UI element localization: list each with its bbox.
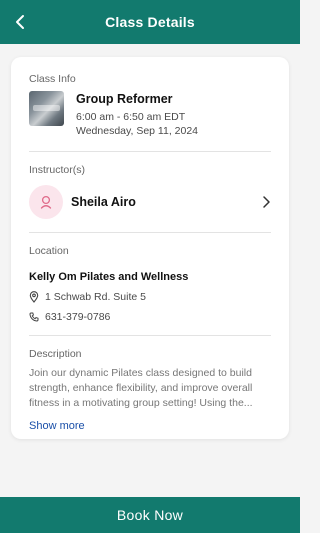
- phone-line[interactable]: 631-379-0786: [29, 311, 271, 323]
- class-info-label: Class Info: [29, 73, 76, 85]
- chevron-right-icon: [263, 196, 270, 208]
- show-more-link[interactable]: Show more: [29, 420, 85, 432]
- instructor-row[interactable]: Sheila Airo: [29, 184, 271, 220]
- instructor-label: Instructor(s): [29, 164, 86, 176]
- location-label: Location: [29, 245, 69, 257]
- description-section: Description Join our dynamic Pilates cla…: [29, 336, 271, 434]
- book-now-button[interactable]: Book Now: [0, 497, 300, 533]
- address-line[interactable]: 1 Schwab Rd. Suite 5: [29, 291, 271, 303]
- location-section: Location Kelly Om Pilates and Wellness 1…: [29, 233, 271, 323]
- back-button[interactable]: [6, 8, 34, 36]
- class-date: Wednesday, Sep 11, 2024: [76, 125, 199, 137]
- class-details-card: Class Info Group Reformer 6:00 am - 6:50…: [11, 57, 289, 439]
- class-name: Group Reformer: [76, 92, 173, 106]
- instructor-section: Instructor(s) Sheila Airo: [29, 152, 271, 220]
- class-summary: Group Reformer 6:00 am - 6:50 am EDT Wed…: [29, 91, 271, 137]
- description-label: Description: [29, 348, 82, 360]
- person-icon: [40, 195, 52, 209]
- location-name: Kelly Om Pilates and Wellness: [29, 271, 189, 283]
- phone-text: 631-379-0786: [45, 311, 111, 323]
- class-time: 6:00 am - 6:50 am EDT: [76, 111, 186, 123]
- avatar: [29, 185, 63, 219]
- description-text: Join our dynamic Pilates class designed …: [29, 367, 253, 409]
- top-bar: Class Details: [0, 0, 300, 44]
- address-text: 1 Schwab Rd. Suite 5: [45, 291, 146, 303]
- map-pin-icon: [29, 291, 39, 303]
- page-title: Class Details: [105, 14, 195, 30]
- chevron-left-icon: [16, 15, 24, 29]
- class-thumbnail: [29, 91, 64, 126]
- class-info-section: Class Info Group Reformer 6:00 am - 6:50…: [29, 57, 271, 137]
- class-text: Group Reformer 6:00 am - 6:50 am EDT Wed…: [76, 91, 198, 137]
- instructor-name: Sheila Airo: [71, 195, 136, 209]
- phone-icon: [29, 312, 39, 322]
- class-details-screen: Class Details Class Info Group Reformer …: [0, 0, 300, 533]
